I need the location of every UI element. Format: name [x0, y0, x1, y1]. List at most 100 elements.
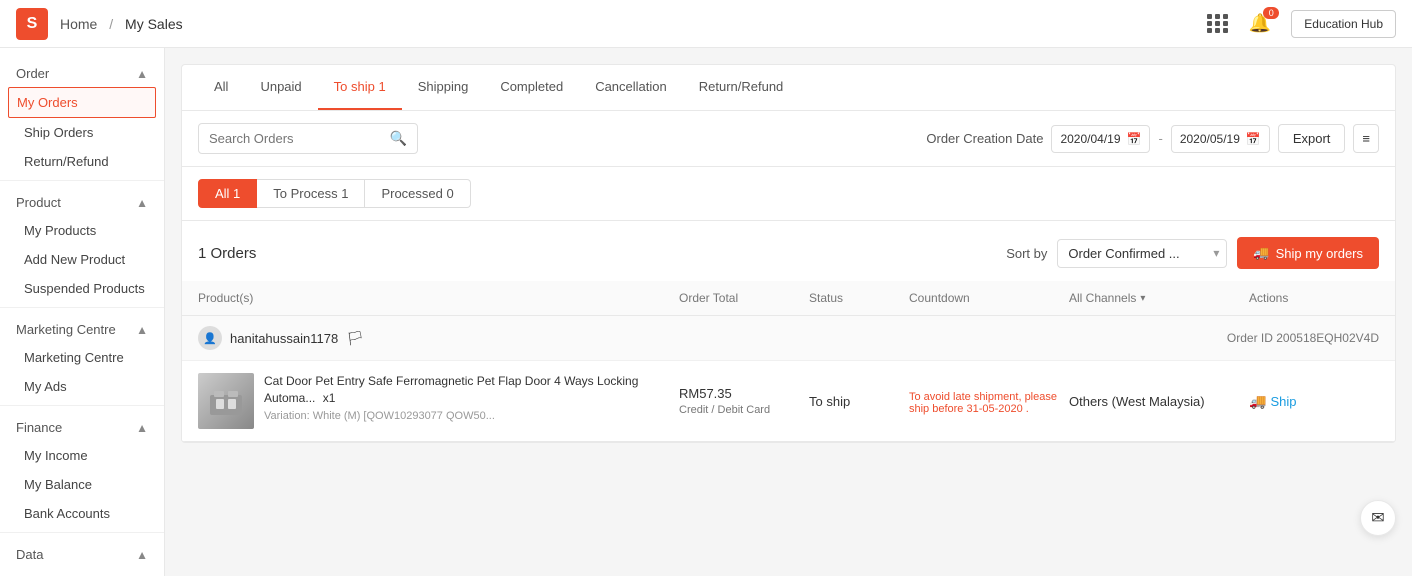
- sidebar: Order ▲ My Orders Ship Orders Return/Ref…: [0, 48, 165, 576]
- user-info: 👤 hanitahussain1178 🏳: [198, 326, 364, 350]
- status-cell: To ship: [809, 394, 909, 409]
- subtabs: All 1 To Process 1 Processed 0: [182, 167, 1395, 221]
- sidebar-item-my-products[interactable]: My Products: [0, 216, 164, 245]
- product-name: Cat Door Pet Entry Safe Ferromagnetic Pe…: [264, 373, 679, 407]
- product-variation: Variation: White (M) [QOW10293077 QOW50.…: [264, 410, 679, 422]
- sidebar-section-data: Data ▲ Business Insights New: [0, 537, 164, 576]
- orders-header: 1 Orders Sort by Order Confirmed ... Ord…: [182, 221, 1395, 281]
- grid-icon[interactable]: [1207, 14, 1229, 33]
- col-countdown: Countdown: [909, 291, 1069, 305]
- education-hub-button[interactable]: Education Hub: [1291, 10, 1396, 38]
- sidebar-item-marketing-centre[interactable]: Marketing Centre: [0, 343, 164, 372]
- col-actions: Actions: [1249, 291, 1379, 305]
- col-channels[interactable]: All Channels ▾: [1069, 291, 1249, 305]
- layout: Order ▲ My Orders Ship Orders Return/Ref…: [0, 48, 1412, 576]
- tab-completed[interactable]: Completed: [484, 65, 579, 110]
- col-products: Product(s): [198, 291, 679, 305]
- sidebar-item-my-balance[interactable]: My Balance: [0, 470, 164, 499]
- filter-area: 🔍 Order Creation Date 2020/04/19 📅 - 202…: [182, 111, 1395, 167]
- product-details: Cat Door Pet Entry Safe Ferromagnetic Pe…: [264, 373, 679, 422]
- tab-shipping[interactable]: Shipping: [402, 65, 485, 110]
- order-id: Order ID 200518EQH02V4D: [1227, 331, 1379, 345]
- sidebar-item-my-income[interactable]: My Income: [0, 441, 164, 470]
- subtab-all[interactable]: All 1: [198, 179, 257, 208]
- tab-unpaid[interactable]: Unpaid: [244, 65, 317, 110]
- product-info: Cat Door Pet Entry Safe Ferromagnetic Pe…: [198, 373, 679, 429]
- tabs-bar: All Unpaid To ship 1 Shipping Completed …: [182, 65, 1395, 111]
- sidebar-divider-1: [0, 180, 164, 181]
- sidebar-item-my-orders[interactable]: My Orders: [8, 87, 156, 118]
- chat-fab-button[interactable]: ✉: [1360, 500, 1396, 536]
- date-from-input[interactable]: 2020/04/19 📅: [1051, 125, 1150, 153]
- sidebar-item-ship-orders[interactable]: Ship Orders: [0, 118, 164, 147]
- sort-select[interactable]: Order Confirmed ... Order Date Latest Up…: [1057, 239, 1227, 268]
- ship-truck-icon: 🚚: [1249, 393, 1266, 410]
- notification-button[interactable]: 🔔 0: [1245, 9, 1275, 38]
- ship-action-link[interactable]: 🚚 Ship: [1249, 393, 1379, 410]
- table-row: Cat Door Pet Entry Safe Ferromagnetic Pe…: [182, 361, 1395, 442]
- sidebar-section-finance-header: Finance ▲: [0, 410, 164, 441]
- ship-my-orders-button[interactable]: 🚚 Ship my orders: [1237, 237, 1379, 269]
- sidebar-item-business-insights[interactable]: Business Insights New: [0, 568, 164, 576]
- sidebar-item-return-refund[interactable]: Return/Refund: [0, 147, 164, 176]
- avatar: 👤: [198, 326, 222, 350]
- ship-icon: 🚚: [1253, 245, 1269, 261]
- orders-table: Product(s) Order Total Status Countdown …: [182, 281, 1395, 442]
- calendar-icon-2: 📅: [1246, 132, 1261, 146]
- shopee-logo: S: [16, 8, 48, 40]
- actions-cell: 🚚 Ship: [1249, 393, 1379, 410]
- sidebar-item-add-new-product[interactable]: Add New Product: [0, 245, 164, 274]
- sidebar-section-marketing: Marketing Centre ▲ Marketing Centre My A…: [0, 312, 164, 401]
- breadcrumb: Home / My Sales: [56, 16, 187, 32]
- sidebar-divider-3: [0, 405, 164, 406]
- chevron-up-icon-data: ▲: [136, 548, 148, 562]
- filter-menu-button[interactable]: ≡: [1353, 124, 1379, 153]
- topnav-right: 🔔 0 Education Hub: [1207, 9, 1396, 38]
- product-thumbnail: [198, 373, 254, 429]
- sidebar-item-suspended-products[interactable]: Suspended Products: [0, 274, 164, 303]
- sidebar-divider-4: [0, 532, 164, 533]
- notification-badge: 0: [1263, 7, 1279, 19]
- subtab-to-process[interactable]: To Process 1: [257, 179, 365, 208]
- topnav-left: S Home / My Sales: [16, 8, 187, 40]
- col-status: Status: [809, 291, 909, 305]
- tab-cancellation[interactable]: Cancellation: [579, 65, 683, 110]
- col-order-total: Order Total: [679, 291, 809, 305]
- date-to-input[interactable]: 2020/05/19 📅: [1171, 125, 1270, 153]
- countdown-cell: To avoid late shipment, please ship befo…: [909, 387, 1069, 415]
- sidebar-divider-2: [0, 307, 164, 308]
- sidebar-section-finance: Finance ▲ My Income My Balance Bank Acco…: [0, 410, 164, 528]
- chevron-up-icon-finance: ▲: [136, 421, 148, 435]
- calendar-icon: 📅: [1127, 132, 1142, 146]
- product-image: [198, 373, 254, 429]
- sidebar-section-data-header: Data ▲: [0, 537, 164, 568]
- main-content: All Unpaid To ship 1 Shipping Completed …: [165, 48, 1412, 576]
- tab-all[interactable]: All: [198, 65, 244, 110]
- username[interactable]: hanitahussain1178: [230, 331, 338, 346]
- chevron-down-icon: ▾: [1140, 293, 1145, 304]
- sidebar-section-product-header: Product ▲: [0, 185, 164, 216]
- sort-area: Sort by Order Confirmed ... Order Date L…: [1006, 237, 1379, 269]
- channel-name: Others (West Malaysia): [1069, 394, 1249, 409]
- order-user-row: 👤 hanitahussain1178 🏳 Order ID 200518EQH…: [182, 316, 1395, 361]
- chevron-up-icon: ▲: [136, 67, 148, 81]
- order-total-cell: RM57.35 Credit / Debit Card: [679, 386, 809, 416]
- export-button[interactable]: Export: [1278, 124, 1346, 153]
- topnav: S Home / My Sales 🔔 0 Education Hub: [0, 0, 1412, 48]
- sidebar-section-marketing-header: Marketing Centre ▲: [0, 312, 164, 343]
- sort-wrapper[interactable]: Order Confirmed ... Order Date Latest Up…: [1057, 239, 1227, 268]
- countdown-text: To avoid late shipment, please ship befo…: [909, 391, 1069, 415]
- sidebar-section-product: Product ▲ My Products Add New Product Su…: [0, 185, 164, 303]
- subtab-processed[interactable]: Processed 0: [365, 179, 470, 208]
- tab-return-refund[interactable]: Return/Refund: [683, 65, 800, 110]
- chevron-up-icon-product: ▲: [136, 196, 148, 210]
- table-header: Product(s) Order Total Status Countdown …: [182, 281, 1395, 316]
- sidebar-section-order: Order ▲ My Orders Ship Orders Return/Ref…: [0, 56, 164, 176]
- search-input[interactable]: [209, 131, 384, 146]
- orders-content-box: All Unpaid To ship 1 Shipping Completed …: [181, 64, 1396, 443]
- sidebar-item-bank-accounts[interactable]: Bank Accounts: [0, 499, 164, 528]
- orders-count: 1 Orders: [198, 245, 256, 262]
- sidebar-item-my-ads[interactable]: My Ads: [0, 372, 164, 401]
- tab-to-ship[interactable]: To ship 1: [318, 65, 402, 110]
- search-box[interactable]: 🔍: [198, 123, 418, 154]
